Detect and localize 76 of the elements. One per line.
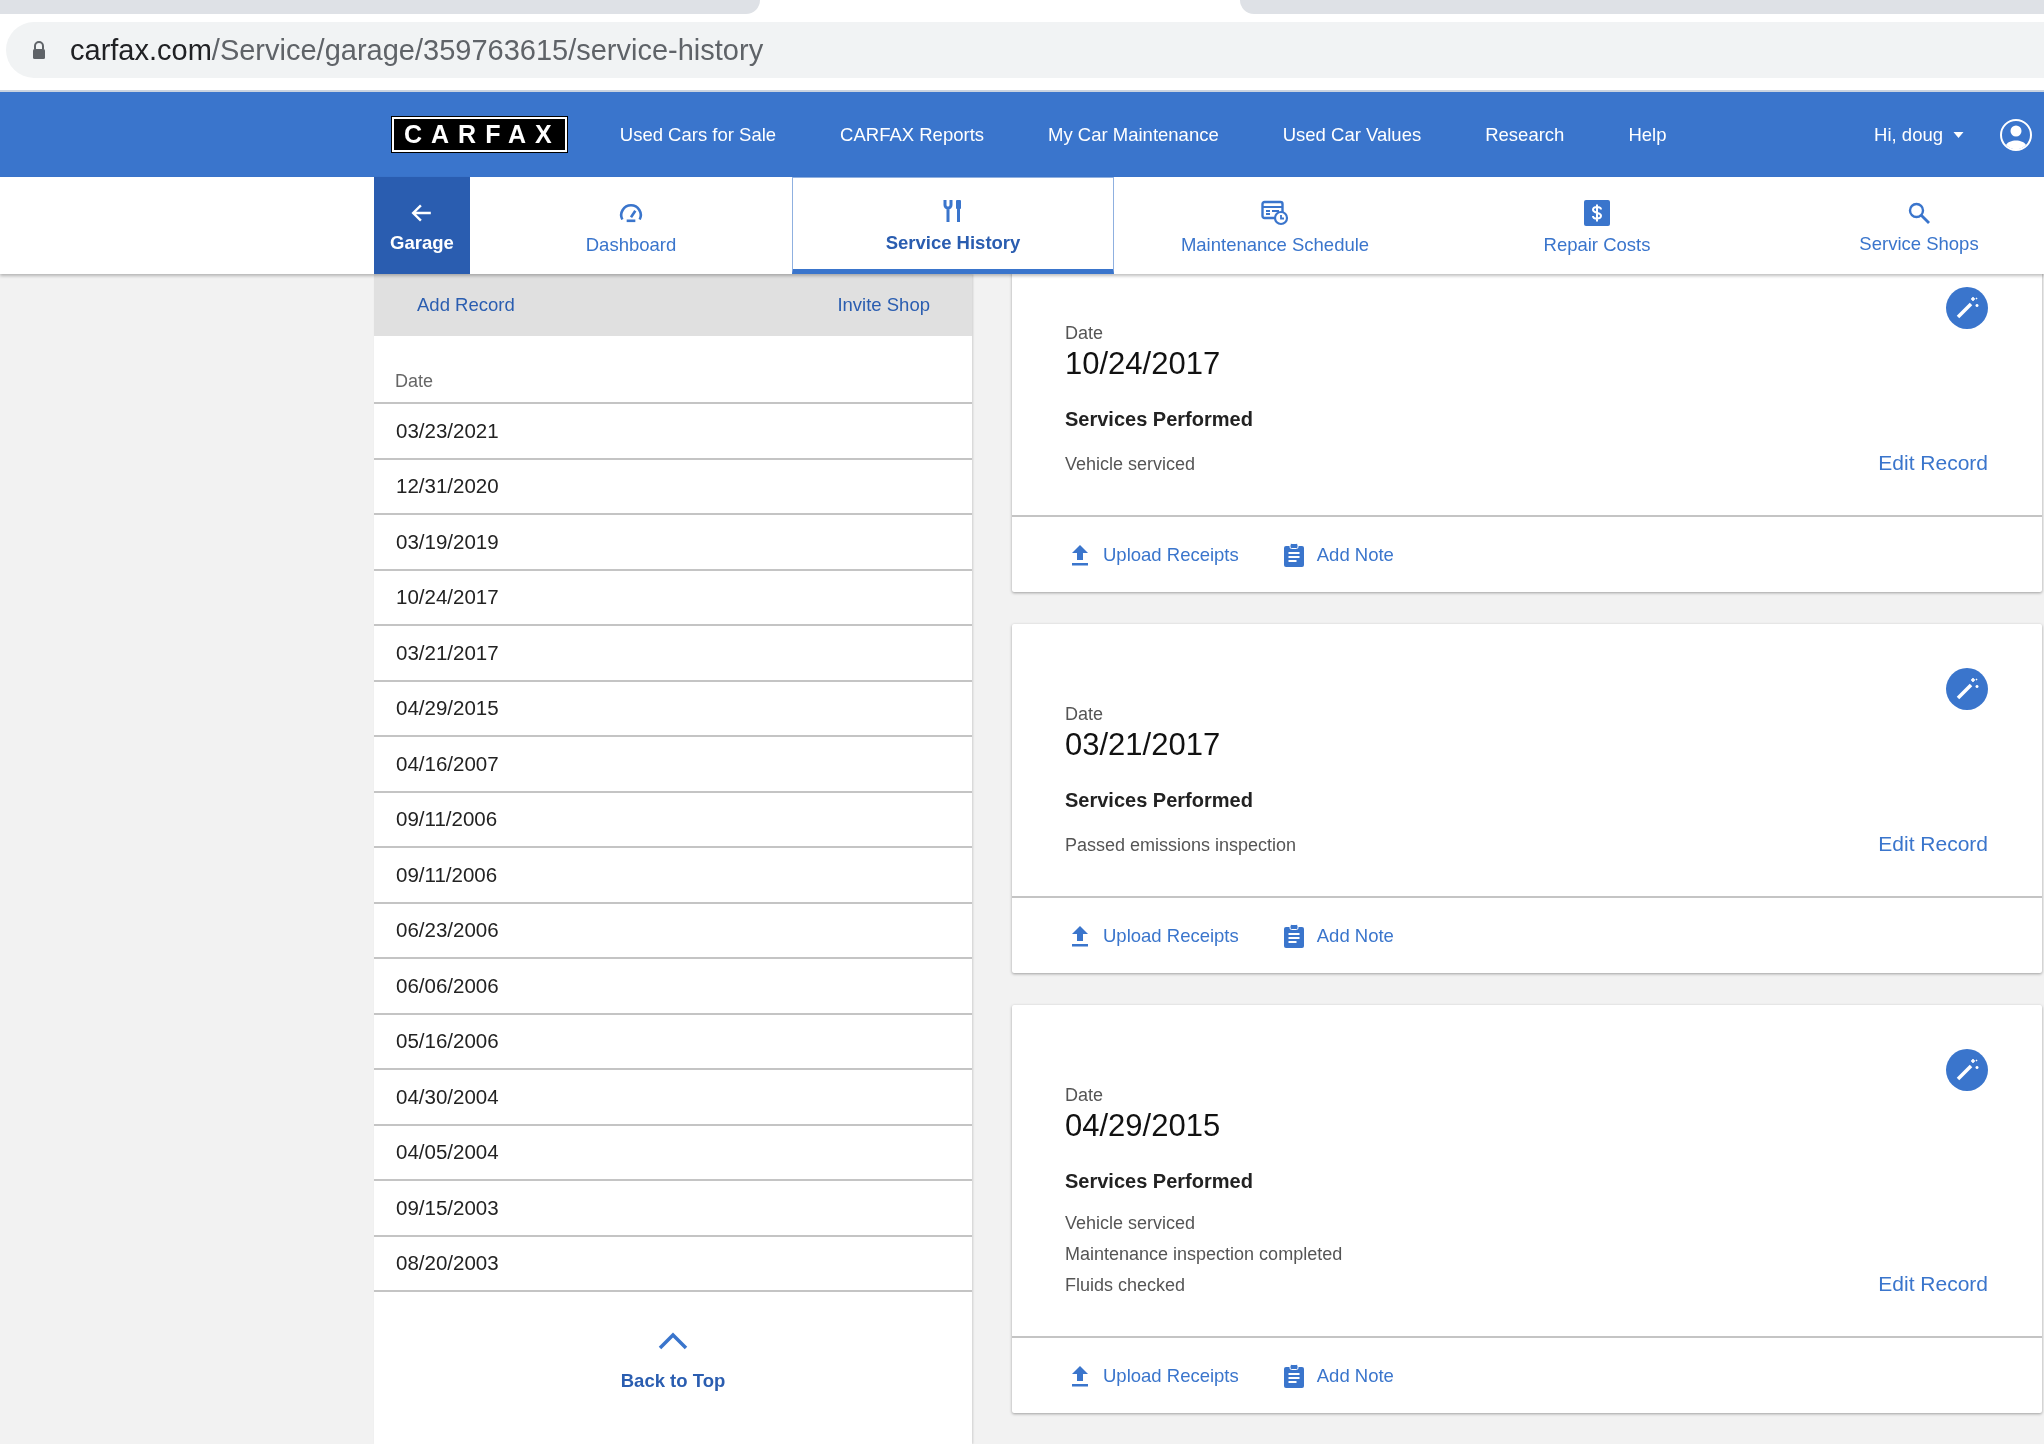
nav-tab[interactable]: Dashboard	[470, 177, 792, 274]
services-heading: Services Performed	[1065, 789, 1254, 812]
clipboard-icon	[1283, 923, 1304, 948]
record-action-link[interactable]: Add Note	[1283, 1363, 1394, 1388]
nav-tab[interactable]: Maintenance Schedule	[1114, 177, 1436, 274]
record-date: 03/21/2017	[1065, 727, 1222, 763]
date-row[interactable]: 04/16/2007	[374, 737, 972, 793]
nav-link[interactable]: Used Car Values	[1282, 123, 1422, 146]
service-item: Passed emissions inspection	[1065, 835, 1297, 856]
date-label: Date	[1065, 323, 1105, 344]
nav-tab[interactable]: Service Shops	[1758, 177, 2044, 274]
date-row[interactable]: 12/31/2020	[374, 459, 972, 515]
date-row[interactable]: 03/21/2017	[374, 626, 972, 682]
column-header: Date	[374, 336, 972, 404]
record-action-link[interactable]: Add Note	[1283, 542, 1394, 567]
chevron-up-icon	[657, 1332, 689, 1350]
magic-wand-icon[interactable]	[1946, 287, 1988, 329]
calendar-clock-icon	[1261, 200, 1289, 226]
edit-record-link[interactable]: Edit Record	[1878, 1272, 1988, 1296]
edit-record-link[interactable]: Edit Record	[1878, 451, 1988, 475]
record-date: 04/29/2015	[1065, 1108, 1222, 1144]
record-date: 10/24/2017	[1065, 346, 1222, 382]
upload-icon	[1070, 543, 1090, 566]
clipboard-icon	[1283, 1363, 1304, 1388]
lock-icon	[32, 41, 46, 59]
date-row[interactable]: 05/16/2006	[374, 1014, 972, 1070]
services-heading: Services Performed	[1065, 1170, 1254, 1193]
service-item: Maintenance inspection completed	[1065, 1244, 1343, 1265]
caret-icon	[1953, 131, 1964, 138]
date-row[interactable]: 03/19/2019	[374, 515, 972, 571]
nav-tab[interactable]: Repair Costs	[1436, 177, 1758, 274]
service-item: Vehicle serviced	[1065, 1213, 1197, 1234]
upload-icon	[1070, 924, 1090, 947]
upload-icon	[1070, 1364, 1090, 1387]
service-item: Fluids checked	[1065, 1275, 1187, 1296]
date-row[interactable]: 09/11/2006	[374, 848, 972, 904]
user-menu[interactable]: Hi, doug	[1874, 123, 1964, 146]
date-row[interactable]: 04/29/2015	[374, 681, 972, 737]
date-row[interactable]: 09/11/2006	[374, 792, 972, 848]
date-row[interactable]: 04/05/2004	[374, 1125, 972, 1181]
services-heading: Services Performed	[1065, 408, 1254, 431]
magic-wand-icon[interactable]	[1946, 1049, 1988, 1091]
record-action-link[interactable]: Upload Receipts	[1070, 1364, 1239, 1387]
clipboard-icon	[1283, 542, 1304, 567]
date-row[interactable]: 08/20/2003	[374, 1236, 972, 1292]
search-icon	[1907, 201, 1931, 225]
arrow-left-icon	[411, 202, 433, 224]
magic-wand-icon[interactable]	[1946, 668, 1988, 710]
nav-tab[interactable]: Service History	[792, 177, 1114, 274]
nav-link[interactable]: Used Cars for Sale	[619, 123, 777, 146]
back-to-top-link[interactable]: Back to Top	[620, 1332, 726, 1392]
record-action-link[interactable]: Upload Receipts	[1070, 924, 1239, 947]
url-text: carfax.com/Service/garage/359763615/service-history	[70, 33, 764, 67]
record-action-link[interactable]: Add Note	[1283, 923, 1394, 948]
edit-record-link[interactable]: Edit Record	[1878, 832, 1988, 856]
action-link[interactable]: Add Record	[417, 294, 515, 316]
nav-link[interactable]: My Car Maintenance	[1048, 123, 1219, 146]
action-link[interactable]: Invite Shop	[837, 294, 930, 316]
address-bar[interactable]: carfax.com/Service/garage/359763615/service-history	[6, 22, 2044, 78]
date-label: Date	[1065, 1085, 1105, 1106]
date-row[interactable]: 03/23/2021	[374, 404, 972, 460]
dollar-icon	[1584, 200, 1610, 226]
avatar-icon[interactable]	[2000, 118, 2032, 151]
date-row[interactable]: 04/30/2004	[374, 1070, 972, 1126]
date-row[interactable]: 06/23/2006	[374, 903, 972, 959]
date-row[interactable]: 10/24/2017	[374, 570, 972, 626]
nav-link[interactable]: Research	[1485, 123, 1565, 146]
nav-link[interactable]: CARFAX Reports	[840, 123, 985, 146]
date-label: Date	[1065, 704, 1105, 725]
record-action-link[interactable]: Upload Receipts	[1070, 543, 1239, 566]
service-item: Vehicle serviced	[1065, 454, 1196, 475]
nav-link[interactable]: Help	[1628, 123, 1667, 146]
date-row[interactable]: 09/15/2003	[374, 1181, 972, 1237]
garage-back-button[interactable]: Garage	[374, 177, 470, 274]
carfax-logo[interactable]: CARFAX	[392, 117, 567, 152]
date-row[interactable]: 06/06/2006	[374, 959, 972, 1015]
